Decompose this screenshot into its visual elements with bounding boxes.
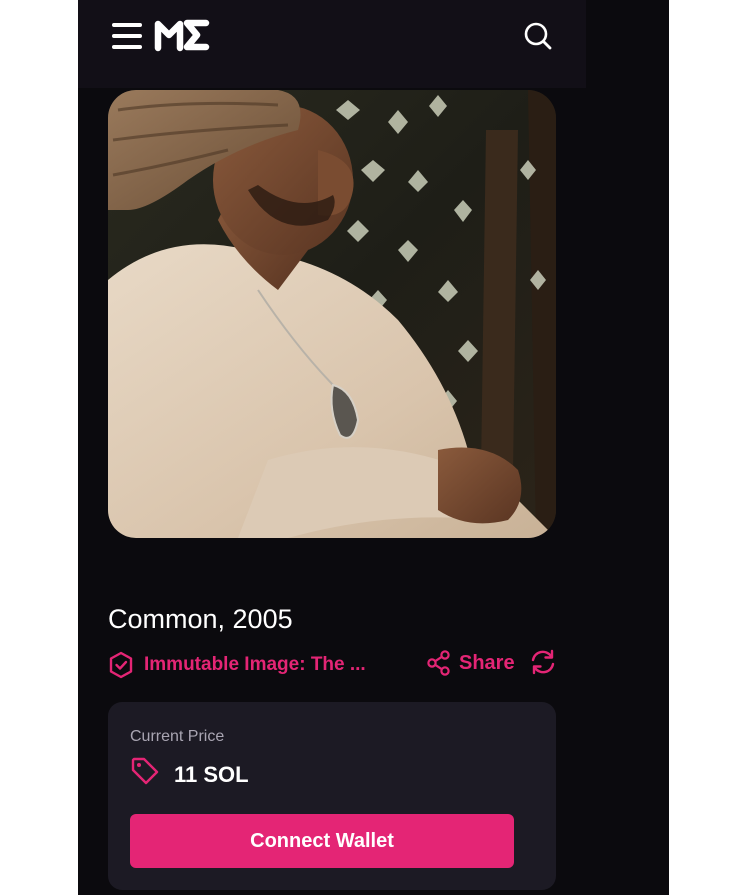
refresh-icon[interactable]	[529, 648, 557, 676]
connect-wallet-button[interactable]: Connect Wallet	[130, 814, 514, 868]
nft-image[interactable]	[108, 90, 556, 538]
portrait-photo	[108, 90, 556, 538]
collection-name: Immutable Image: The ...	[144, 654, 366, 675]
magic-eden-logo-icon[interactable]	[154, 18, 210, 52]
price-card: Current Price 11 SOL Connect Wallet	[108, 702, 556, 890]
price-tag-icon	[131, 757, 159, 785]
price-value: 11 SOL	[174, 762, 249, 787]
search-icon[interactable]	[523, 21, 553, 51]
collection-link[interactable]: Immutable Image: The ...	[108, 650, 366, 680]
share-icon	[427, 650, 450, 676]
share-button[interactable]: Share	[427, 648, 515, 678]
top-nav-bar	[78, 0, 586, 88]
nft-title: Common, 2005	[108, 604, 293, 634]
hamburger-menu-icon[interactable]	[112, 23, 142, 49]
app-screen: Common, 2005 Immutable Image: The ... Sh…	[78, 0, 669, 895]
price-caption: Current Price	[130, 728, 225, 745]
share-label: Share	[459, 651, 515, 674]
verified-shield-icon	[109, 651, 133, 679]
